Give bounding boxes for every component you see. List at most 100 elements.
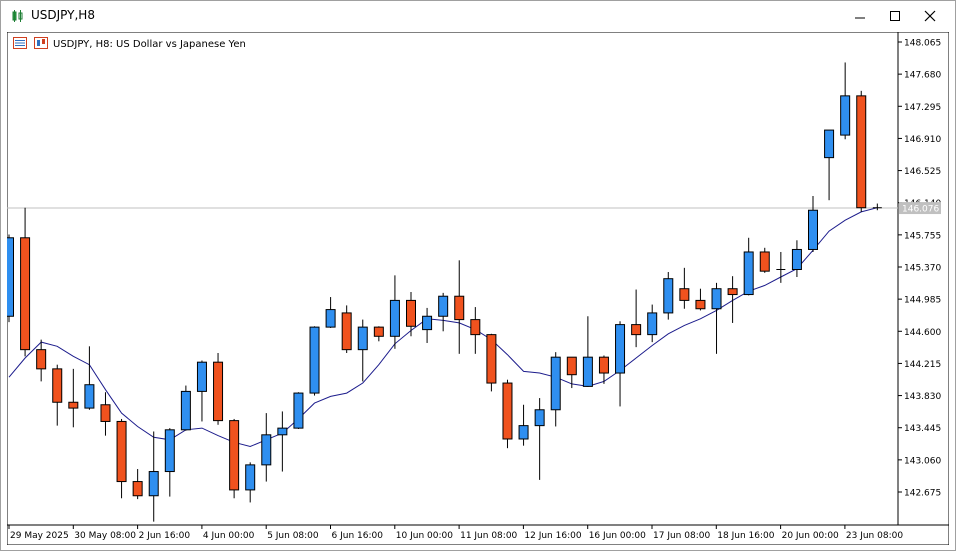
minimize-icon <box>855 17 865 19</box>
candle-body <box>454 295 465 321</box>
candle-body <box>213 361 224 422</box>
y-tick-label: 148.065 <box>904 39 941 49</box>
y-tick-label: 146.525 <box>904 167 941 177</box>
x-tick-label: 16 Jun 00:00 <box>589 531 646 541</box>
candle-body <box>695 299 706 310</box>
candle-body <box>502 382 513 440</box>
candle-body <box>164 429 175 473</box>
chart-window: USDJPY,H8 USDJPY, H8: US Dollar vs Japan… <box>0 0 956 551</box>
candle <box>4 234 14 323</box>
x-tick-label: 10 Jun 00:00 <box>396 531 453 541</box>
x-tick-label: 30 May 08:00 <box>74 531 136 541</box>
candle <box>759 247 770 273</box>
candle-body <box>373 326 384 337</box>
candlestick-app-icon <box>12 10 23 22</box>
candle-body <box>518 425 529 440</box>
y-tick-label: 145.755 <box>904 231 941 241</box>
indicator-list-icon[interactable] <box>13 37 27 49</box>
close-icon <box>924 10 936 22</box>
candle-body <box>261 434 272 466</box>
candle <box>486 333 497 392</box>
y-tick-label: 145.370 <box>904 264 941 274</box>
candle-body <box>389 299 400 337</box>
x-tick-label: 2 Jun 16:00 <box>139 531 191 541</box>
candle-body <box>438 295 449 317</box>
candle <box>293 392 304 429</box>
x-tick-label: 11 Jun 08:00 <box>460 531 517 541</box>
y-tick-label: 143.830 <box>904 392 941 402</box>
x-tick-label: 23 Jun 08:00 <box>846 531 903 541</box>
candle-body <box>196 361 207 392</box>
candle-body <box>148 471 159 497</box>
y-tick-label: 142.675 <box>904 489 941 499</box>
y-tick-label: 144.215 <box>904 360 941 370</box>
candlestick-chart[interactable]: USDJPY, H8: US Dollar vs Japanese Yen 14… <box>4 31 950 546</box>
y-tick-label: 146.910 <box>904 135 941 145</box>
x-tick-label: 18 Jun 16:00 <box>717 531 774 541</box>
candle <box>502 379 513 449</box>
candle <box>309 326 320 396</box>
candle-body <box>84 384 95 409</box>
candle-body <box>36 349 47 370</box>
window-title: USDJPY,H8 <box>31 8 95 22</box>
candle-body <box>582 356 593 387</box>
chart-header-label: USDJPY, H8: US Dollar vs Japanese Yen <box>53 39 246 50</box>
y-tick-label: 144.600 <box>904 328 941 338</box>
candle-body <box>631 324 642 336</box>
candle-body <box>743 251 754 296</box>
chart-type-icon[interactable] <box>34 37 48 49</box>
candle-body <box>808 209 818 250</box>
candle-body <box>550 356 561 411</box>
candle-body <box>180 390 191 431</box>
current-price-label: 146.076 <box>902 205 939 215</box>
candle-body <box>341 312 352 351</box>
candle <box>229 418 240 499</box>
candle-body <box>422 315 433 331</box>
candle-body <box>325 309 336 328</box>
x-tick-label: 20 Jun 00:00 <box>782 531 839 541</box>
x-tick-label: 6 Jun 16:00 <box>332 531 384 541</box>
candle-body <box>534 409 545 427</box>
candle-body <box>824 129 835 159</box>
candle-body <box>245 464 256 491</box>
candle-body <box>615 324 626 374</box>
candle-body <box>470 319 481 336</box>
title-bar[interactable]: USDJPY,H8 <box>1 1 955 31</box>
y-tick-label: 143.060 <box>904 456 941 466</box>
candle-body <box>357 326 368 351</box>
maximize-icon <box>890 11 900 21</box>
candle-body <box>52 368 63 403</box>
candle-body <box>791 248 802 271</box>
candle <box>341 305 352 353</box>
candle <box>180 385 191 431</box>
candle-body <box>727 288 738 296</box>
close-button[interactable] <box>913 1 947 31</box>
candle-body <box>486 334 497 384</box>
candle-body <box>711 288 722 310</box>
candle-body <box>647 312 658 336</box>
candle-body <box>116 420 127 483</box>
maximize-button[interactable] <box>878 1 912 31</box>
candle-body <box>229 420 240 491</box>
y-tick-label: 144.985 <box>904 296 941 306</box>
candle-body <box>679 288 690 301</box>
candle-body <box>100 404 111 422</box>
chart-area[interactable]: USDJPY, H8: US Dollar vs Japanese Yen 14… <box>4 31 950 546</box>
candle-body <box>277 427 288 436</box>
minimize-button[interactable] <box>843 1 877 31</box>
candle-body <box>293 392 304 429</box>
candle-body <box>68 401 79 409</box>
candle-body <box>132 481 143 497</box>
candle-body <box>759 251 770 272</box>
x-tick-label: 12 Jun 16:00 <box>524 531 581 541</box>
x-tick-label: 17 Jun 08:00 <box>653 531 710 541</box>
candle-body <box>406 299 416 327</box>
x-tick-label: 29 May 2025 <box>10 531 69 541</box>
x-tick-label: 5 Jun 08:00 <box>267 531 319 541</box>
candle-body <box>663 278 674 314</box>
y-tick-label: 147.295 <box>904 103 941 113</box>
candle-body <box>566 356 577 376</box>
candle-body <box>840 95 851 136</box>
candle-body <box>856 95 867 209</box>
candle-body <box>20 237 31 351</box>
